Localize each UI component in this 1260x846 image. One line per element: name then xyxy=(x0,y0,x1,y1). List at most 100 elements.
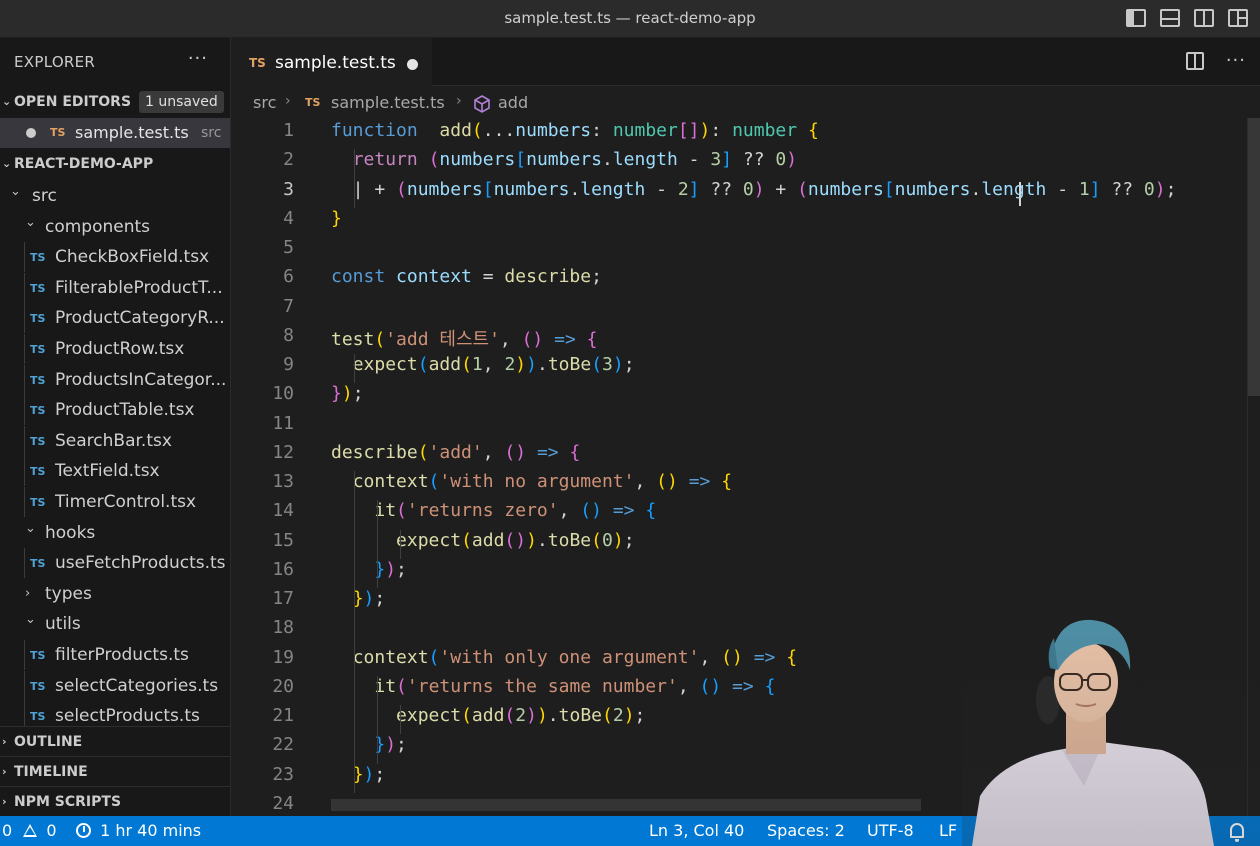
cursor-position[interactable]: Ln 3, Col 40 xyxy=(649,816,744,846)
toggle-panel-icon[interactable] xyxy=(1160,9,1180,27)
open-editor-item[interactable]: TS sample.test.ts src xyxy=(0,118,230,148)
tree-folder[interactable]: ⌄ hooks xyxy=(0,518,230,548)
tree-file-label: ProductsInCategor... xyxy=(55,369,227,390)
typescript-file-icon: TS xyxy=(305,96,321,109)
breadcrumb-symbol[interactable]: add xyxy=(498,93,528,112)
tab-sample-test[interactable]: TS sample.test.ts xyxy=(232,38,432,86)
unsaved-dot-icon[interactable] xyxy=(26,128,36,138)
code-line[interactable]: expect(add(1, 2)).toBe(3); xyxy=(331,354,635,375)
code-token: 0 xyxy=(602,529,613,551)
toggle-secondary-sidebar-icon[interactable] xyxy=(1194,9,1214,27)
code-token: 'add' xyxy=(428,441,483,463)
code-token: () xyxy=(504,529,527,551)
code-line[interactable]: expect(add(2)).toBe(2); xyxy=(331,705,645,726)
code-line[interactable]: context('with no argument', () => { xyxy=(331,471,732,492)
tree-file-label: filterProducts.ts xyxy=(55,645,189,665)
horizontal-scrollbar[interactable] xyxy=(331,799,921,811)
code-line[interactable]: test('add 테스트', () => { xyxy=(331,325,598,351)
code-token: add xyxy=(471,529,505,551)
tree-file[interactable]: TS ProductTable.tsx xyxy=(0,395,230,426)
tree-file[interactable]: TS selectCategories.ts xyxy=(0,670,230,701)
code-token: const xyxy=(331,266,386,288)
breadcrumb-file[interactable]: sample.test.ts xyxy=(331,93,445,112)
code-token: ( xyxy=(591,529,602,551)
file-encoding[interactable]: UTF-8 xyxy=(867,816,914,846)
code-line[interactable]: }); xyxy=(331,588,386,609)
unsaved-dot-icon[interactable] xyxy=(407,59,418,70)
tree-folder[interactable]: ⌄ components xyxy=(0,212,230,242)
line-number: 15 xyxy=(272,529,294,551)
problems-indicator[interactable]: 0 0 xyxy=(2,816,57,846)
code-line[interactable]: }); xyxy=(331,764,386,785)
tree-file[interactable]: TS CheckBoxField.tsx xyxy=(0,242,230,273)
tree-file[interactable]: TS SearchBar.tsx xyxy=(0,425,230,456)
outline-section[interactable]: › OUTLINE xyxy=(0,726,230,756)
tree-file[interactable]: TS FilterableProductT... xyxy=(0,272,230,303)
open-editor-name: sample.test.ts xyxy=(75,123,189,142)
code-token: numbers xyxy=(894,178,971,200)
code-token: [ xyxy=(883,178,895,200)
tree-file[interactable]: TS ProductRow.tsx xyxy=(0,334,230,364)
session-timer[interactable]: 1 hr 40 mins xyxy=(76,816,201,846)
code-line[interactable]: | + (numbers[numbers.length - 2] ?? 0) +… xyxy=(331,178,1177,200)
code-line[interactable]: }); xyxy=(331,559,407,580)
code-token: ) xyxy=(612,529,624,551)
code-token: ] xyxy=(688,178,700,200)
code-token: , xyxy=(634,471,657,492)
indentation[interactable]: Spaces: 2 xyxy=(767,816,845,846)
split-editor-icon[interactable] xyxy=(1185,52,1204,70)
tree-file[interactable]: TS ProductsInCategor... xyxy=(0,364,230,395)
code-line[interactable]: return (numbers[numbers.length - 3] ?? 0… xyxy=(331,149,797,170)
toggle-primary-sidebar-icon[interactable] xyxy=(1126,9,1146,27)
webcam-background xyxy=(962,610,1260,846)
timeline-section[interactable]: › TIMELINE xyxy=(0,756,230,786)
code-token: ( xyxy=(396,675,407,697)
code-token: expect xyxy=(396,529,462,551)
project-section[interactable]: ⌄ REACT-DEMO-APP xyxy=(0,149,230,179)
code-line[interactable]: }); xyxy=(331,734,407,755)
tree-file[interactable]: TS filterProducts.ts xyxy=(0,640,230,670)
explorer-more-icon[interactable]: ··· xyxy=(188,48,208,69)
code-line[interactable]: }); xyxy=(331,383,364,404)
open-editors-section[interactable]: ⌄ OPEN EDITORS 1 unsaved xyxy=(0,87,230,117)
code-token: => xyxy=(536,441,559,463)
code-token: 2 xyxy=(504,354,516,375)
tree-folder[interactable]: › types xyxy=(0,579,230,609)
npm-scripts-section[interactable]: › NPM SCRIPTS xyxy=(0,786,230,816)
code-line[interactable]: function add(...numbers: number[]): numb… xyxy=(331,120,819,141)
code-line[interactable]: } xyxy=(331,208,342,229)
code-token: ) xyxy=(786,149,798,171)
code-line[interactable]: it('returns the same number', () => { xyxy=(331,676,775,697)
code-token: ( xyxy=(602,705,613,726)
code-token: 0 xyxy=(775,149,787,171)
line-number: 18 xyxy=(272,617,294,639)
code-line[interactable]: it('returns zero', () => { xyxy=(331,500,656,521)
more-actions-icon[interactable]: ··· xyxy=(1226,52,1246,70)
code-token: ) xyxy=(612,354,624,375)
tree-file[interactable]: TS TimerControl.tsx xyxy=(0,487,230,517)
window-title: sample.test.ts — react-demo-app xyxy=(504,9,756,27)
code-token: . xyxy=(601,149,613,171)
tree-folder[interactable]: ⌄ utils xyxy=(0,609,230,639)
code-token: { xyxy=(807,120,819,141)
customize-layout-icon[interactable] xyxy=(1228,9,1248,27)
end-of-line[interactable]: LF xyxy=(939,816,957,846)
breadcrumb-folder[interactable]: src xyxy=(253,93,276,112)
line-number: 23 xyxy=(272,763,294,785)
warning-count: 0 xyxy=(46,821,57,840)
tree-file[interactable]: TS useFetchProducts.ts xyxy=(0,548,230,579)
code-line[interactable]: context('with only one argument', () => … xyxy=(331,647,797,668)
vertical-scrollbar[interactable] xyxy=(1248,118,1260,396)
code-token: => xyxy=(554,328,576,350)
code-token: () xyxy=(699,675,722,697)
tree-file[interactable]: TS ProductCategoryR... xyxy=(0,303,230,334)
tree-file[interactable]: TS TextField.tsx xyxy=(0,456,230,487)
code-token: ?? xyxy=(1100,178,1144,200)
code-line[interactable]: describe('add', () => { xyxy=(331,442,580,463)
tree-folder[interactable]: ⌄ src xyxy=(0,181,230,211)
line-number: 13 xyxy=(272,471,294,492)
code-line[interactable]: const context = describe; xyxy=(331,266,602,287)
